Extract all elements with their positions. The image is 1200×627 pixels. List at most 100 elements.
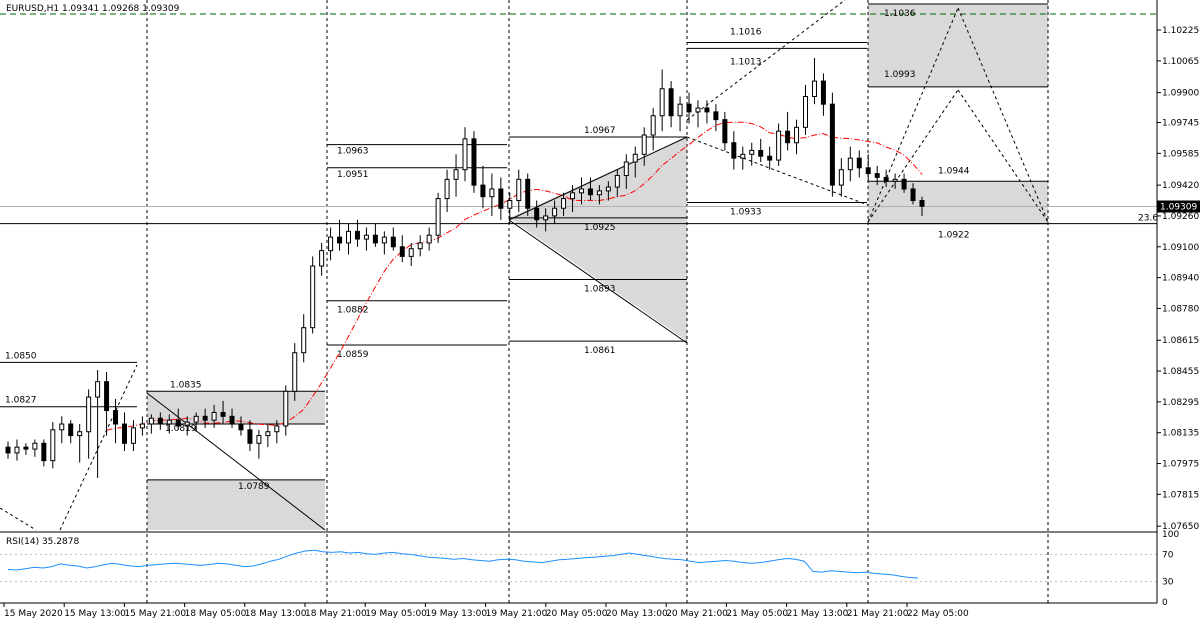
- level-label: 1.1036: [884, 9, 916, 19]
- candle-body: [354, 230, 360, 240]
- x-tick-label: 19 May 05:00: [365, 609, 427, 619]
- candle-body: [677, 103, 683, 117]
- level-label: 1.0933: [730, 207, 762, 217]
- level-label: 1.0993: [884, 70, 916, 80]
- x-tick-label: 21 May 21:00: [847, 609, 909, 619]
- candle-body: [480, 184, 486, 198]
- candle-body: [238, 423, 244, 431]
- price-chart[interactable]: RSI(14) 35.2878 1.10225 1.10065 1.09900 1.0…: [0, 0, 1200, 623]
- candle-body: [803, 95, 809, 128]
- rsi-label: RSI(14) 35.2878: [6, 537, 79, 547]
- level-label: 1.0861: [584, 346, 616, 356]
- candle-body: [578, 188, 584, 194]
- candle: [435, 192, 441, 243]
- level-label: 1.0882: [337, 306, 369, 316]
- x-tick-label: 20 May 13:00: [606, 609, 668, 619]
- candle-body: [641, 134, 647, 155]
- y-tick-label: 1.08940: [1162, 274, 1199, 284]
- candle-body: [301, 327, 307, 354]
- x-tick-label: 15 May 2020: [4, 609, 63, 619]
- candle-body: [247, 429, 253, 444]
- candle-body: [399, 246, 405, 257]
- candle-body: [507, 200, 513, 209]
- candle-body: [193, 415, 199, 423]
- candle-body: [758, 149, 764, 157]
- candle-body: [346, 230, 352, 244]
- candle-body: [283, 390, 289, 427]
- y-tick-label: 1.09585: [1162, 149, 1199, 159]
- candle-body: [829, 103, 835, 186]
- candle-body: [767, 155, 773, 161]
- candle: [829, 92, 835, 197]
- candle-body: [363, 234, 369, 240]
- candle-body: [202, 415, 208, 421]
- candle-body: [561, 198, 567, 209]
- candle-body: [292, 352, 298, 392]
- rsi-tick-label: 0: [1162, 598, 1168, 608]
- y-tick-label: 1.08135: [1162, 429, 1199, 439]
- x-tick-label: 21 May 13:00: [787, 609, 849, 619]
- candle-body: [659, 88, 665, 117]
- candle-body: [211, 411, 217, 421]
- zone-box: [147, 479, 325, 530]
- candle-body: [256, 435, 262, 444]
- level-label: 1.0963: [337, 147, 369, 157]
- candle-body: [668, 88, 674, 117]
- candle-body: [41, 442, 47, 462]
- level-label: 1.0893: [584, 285, 616, 295]
- candle-body: [847, 157, 853, 171]
- x-tick-label: 19 May 13:00: [425, 609, 487, 619]
- candle-body: [883, 176, 889, 182]
- candle-body: [516, 178, 522, 202]
- candle-body: [444, 178, 450, 200]
- level-label: 1.0922: [938, 231, 970, 241]
- x-tick-label: 20 May 21:00: [666, 609, 728, 619]
- x-tick-label: 15 May 21:00: [124, 609, 186, 619]
- y-tick-label: 1.08295: [1162, 398, 1199, 408]
- candle-body: [32, 442, 38, 450]
- candle-body: [811, 80, 817, 97]
- candle-body: [776, 130, 782, 161]
- y-tick-label: 1.09900: [1162, 89, 1199, 99]
- candle-body: [596, 190, 602, 196]
- y-tick-label: 1.08780: [1162, 304, 1199, 314]
- candle-body: [130, 427, 136, 444]
- candle-body: [785, 130, 791, 144]
- candle-body: [148, 417, 154, 425]
- candle-body: [498, 188, 504, 209]
- candle-body: [570, 192, 576, 200]
- candle-body: [713, 111, 719, 121]
- candle-body: [749, 149, 755, 155]
- candle-body: [919, 200, 925, 207]
- candle-body: [623, 161, 629, 176]
- level-label: 1.0850: [5, 351, 37, 361]
- level-label: 1.0925: [584, 223, 616, 233]
- candle-body: [820, 80, 826, 105]
- x-tick-label: 20 May 05:00: [546, 609, 608, 619]
- candle-body: [534, 207, 540, 221]
- y-tick-label: 1.10225: [1162, 26, 1199, 36]
- candle-body: [794, 126, 800, 144]
- price-tag-label: 1.09309: [1160, 203, 1197, 213]
- y-tick-label: 1.07815: [1162, 490, 1199, 500]
- chart-title: EURUSD,H1 1.09341 1.09268 1.09309: [6, 4, 180, 14]
- candle-body: [381, 236, 387, 244]
- candle-body: [695, 107, 701, 113]
- candle-body: [417, 242, 423, 250]
- chart-window[interactable]: RSI(14) 35.2878 1.10225 1.10065 1.09900 1.0…: [0, 0, 1200, 623]
- level-label: 1.0819: [165, 424, 197, 434]
- candle-body: [910, 188, 916, 202]
- candle-body: [86, 396, 92, 433]
- level-label: 1.1013: [730, 57, 762, 67]
- candle-body: [104, 381, 110, 412]
- candle-body: [408, 248, 414, 257]
- candle-body: [838, 169, 844, 186]
- candle-body: [453, 169, 459, 180]
- candle-body: [265, 431, 271, 437]
- candle-body: [426, 234, 432, 244]
- x-tick-label: 21 May 05:00: [726, 609, 788, 619]
- candle-body: [50, 429, 56, 462]
- x-tick-label: 18 May 05:00: [185, 609, 247, 619]
- level-label: 23.6: [1138, 214, 1158, 224]
- candle-body: [471, 138, 477, 186]
